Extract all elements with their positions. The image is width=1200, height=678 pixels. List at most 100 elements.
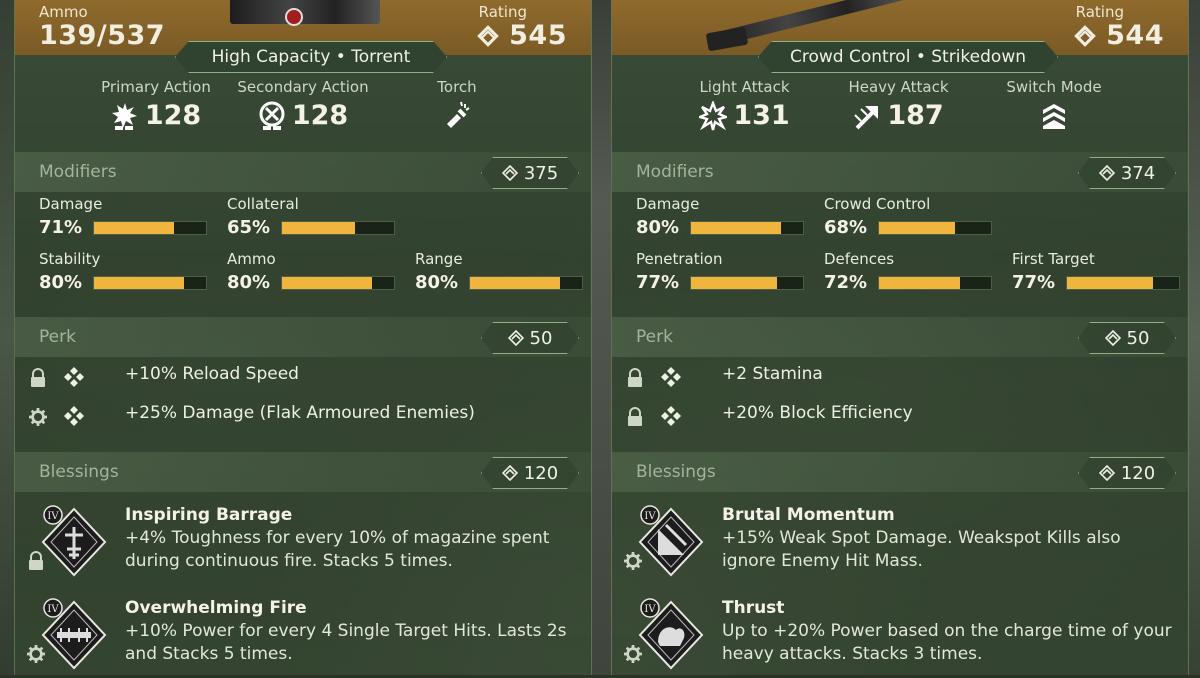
modifier-bar-fill: [282, 276, 372, 289]
blessing-item[interactable]: IV Brutal Momentum +15% Weak Spot Damage…: [612, 505, 1188, 585]
crosshair-icon: [259, 101, 285, 130]
lock-icon: [31, 368, 45, 387]
perk-rating: 50: [1126, 327, 1150, 349]
weapon-image-detail: [705, 26, 749, 52]
weapon-image-detail: [285, 8, 303, 26]
gear-icon: [29, 408, 47, 426]
blessing-title: Overwhelming Fire: [125, 598, 307, 618]
perk-text: +10% Reload Speed: [125, 364, 299, 384]
rating-number: 544: [1106, 20, 1164, 51]
modifier-ammo: Ammo 80%: [227, 250, 397, 293]
weapon-card-right[interactable]: Rating 544 Crowd Control • Strikedown Li…: [611, 0, 1189, 675]
action-label: Switch Mode: [1006, 78, 1102, 96]
action-value: 128: [144, 100, 202, 131]
weapon-type-banner: Crowd Control • Strikedown: [758, 41, 1058, 73]
lock-icon: [628, 407, 642, 426]
modifier-percent: 77%: [636, 272, 680, 293]
rating-value: 545: [475, 20, 567, 51]
modifier-percent: 65%: [227, 217, 271, 238]
blessing-tier: IV: [644, 511, 656, 522]
action-switch-mode[interactable]: Switch Mode: [994, 78, 1114, 130]
blessing-emblem-icon: IV: [41, 598, 107, 670]
action-value: 128: [291, 100, 349, 131]
modifier-damage: Damage 71%: [39, 195, 209, 238]
rating-value: 544: [1072, 20, 1164, 51]
action-torch[interactable]: Torch: [427, 78, 487, 130]
perk-header: Perk 50: [15, 317, 591, 357]
modifier-collateral: Collateral 65%: [227, 195, 397, 238]
perk-diamond-icon: [661, 406, 681, 426]
modifiers-rating-badge: 374: [1078, 157, 1176, 189]
blessings-header: Blessings 120: [612, 452, 1188, 492]
action-secondary[interactable]: Secondary Action 128: [233, 78, 373, 131]
blessing-title: Thrust: [722, 598, 785, 618]
rating-label: Rating: [478, 3, 527, 21]
gear-icon: [624, 552, 642, 570]
modifier-name: First Target: [1012, 250, 1095, 268]
action-label: Primary Action: [101, 78, 211, 96]
modifier-bar-fill: [1067, 276, 1154, 289]
perk-title: Perk: [636, 327, 673, 347]
modifier-defences: Defences 72%: [824, 250, 994, 293]
rating-icon: [477, 24, 499, 47]
action-row: Light Attack 131 Heavy Attack 187 Switch…: [612, 78, 1188, 146]
action-label: Light Attack: [699, 78, 790, 96]
modifier-bar: [878, 275, 992, 290]
chevron-stack-icon: [1043, 104, 1065, 129]
blessings-rating-badge: 120: [481, 457, 579, 489]
perk-row[interactable]: +10% Reload Speed: [15, 362, 591, 396]
modifier-name: Ammo: [227, 250, 276, 268]
blessing-description: +4% Toughness for every 10% of magazine …: [125, 528, 550, 571]
modifier-bar-fill: [282, 221, 355, 234]
light-attack-icon: [699, 100, 728, 130]
blessings-rating-badge: 120: [1078, 457, 1176, 489]
blessing-description: +15% Weak Spot Damage. Weakspot Kills al…: [722, 528, 1121, 571]
gear-icon: [624, 645, 642, 663]
blessing-tier: IV: [644, 604, 656, 615]
weapon-image: [230, 0, 380, 24]
action-heavy-attack[interactable]: Heavy Attack 187: [836, 78, 961, 131]
modifier-penetration: Penetration 77%: [636, 250, 806, 293]
modifier-percent: 80%: [39, 272, 83, 293]
modifier-name: Stability: [39, 250, 101, 268]
modifier-percent: 72%: [824, 272, 868, 293]
action-label: Torch: [437, 78, 477, 96]
perk-text: +20% Block Efficiency: [722, 403, 913, 423]
burst-fire-icon: [111, 102, 137, 130]
blessing-item[interactable]: IV Thrust Up to +20% Power based on the …: [612, 598, 1188, 678]
perk-rating-badge: 50: [481, 322, 579, 354]
blessings-title: Blessings: [39, 462, 119, 482]
modifiers-rating-badge: 375: [481, 157, 579, 189]
modifier-percent: 71%: [39, 217, 83, 238]
blessing-emblem-icon: IV: [41, 505, 107, 577]
perk-row[interactable]: +25% Damage (Flak Armoured Enemies): [15, 401, 591, 435]
modifier-name: Collateral: [227, 195, 299, 213]
perk-diamond-icon: [64, 367, 84, 387]
action-label: Secondary Action: [237, 78, 369, 96]
perk-title: Perk: [39, 327, 76, 347]
gear-icon: [27, 645, 45, 663]
modifier-bar: [281, 275, 395, 290]
action-light-attack[interactable]: Light Attack 131: [682, 78, 807, 131]
background-edge: [0, 0, 14, 675]
modifier-first-target: First Target 77%: [1012, 250, 1182, 293]
weapon-card-left[interactable]: Ammo 139/537 Rating 545 High Capacity • …: [14, 0, 592, 675]
modifier-bar: [690, 275, 804, 290]
perk-row[interactable]: +20% Block Efficiency: [612, 401, 1188, 435]
perk-row[interactable]: +2 Stamina: [612, 362, 1188, 396]
modifier-crowd-control: Crowd Control 68%: [824, 195, 994, 238]
blessings-rating: 120: [523, 462, 559, 484]
modifiers-title: Modifiers: [39, 162, 117, 182]
modifier-bar-fill: [691, 221, 781, 234]
blessing-title: Inspiring Barrage: [125, 505, 293, 525]
modifier-range: Range 80%: [415, 250, 585, 293]
blessing-item[interactable]: IV Inspiring Barrage +4% Toughness for e…: [15, 505, 591, 585]
rating-number: 545: [509, 20, 567, 51]
perk-diamond-icon: [64, 406, 84, 426]
weapon-type-banner: High Capacity • Torrent: [175, 41, 447, 73]
perk-rating-badge: 50: [1078, 322, 1176, 354]
blessing-item[interactable]: IV Overwhelming Fire +10% Power for ever…: [15, 598, 591, 678]
modifier-stability: Stability 80%: [39, 250, 209, 293]
perk-diamond-icon: [661, 367, 681, 387]
action-primary[interactable]: Primary Action 128: [91, 78, 221, 131]
